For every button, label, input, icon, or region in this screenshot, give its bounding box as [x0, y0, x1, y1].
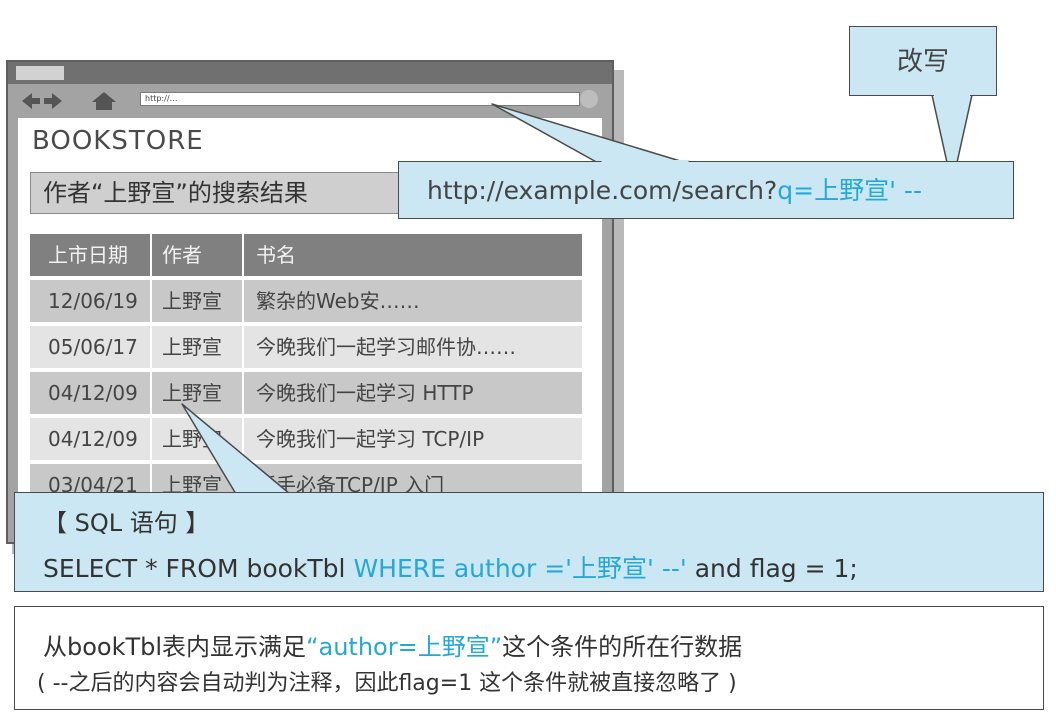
sql-part3: and flag = 1; [686, 554, 858, 583]
sql-injected-part: WHERE author ='上野宣' --' [353, 554, 687, 583]
sql-heading: 【 SQL 语句 】 [43, 509, 210, 537]
note-line2: ( --之后的内容会自动判为注释，因此flag=1 这个条件就被直接忽略了 ) [37, 671, 737, 696]
explanation-note: 从bookTbl表内显示满足“author=上野宣”这个条件的所在行数据 ( -… [14, 606, 1044, 710]
note-line1-c: 这个条件的所在行数据 [502, 633, 743, 661]
url-tail-join [600, 160, 690, 162]
note-line1-a: 从bookTbl表内显示满足 [43, 633, 307, 661]
sql-callout: 【 SQL 语句 】 SELECT * FROM bookTbl WHERE a… [14, 492, 1044, 592]
rewrite-tail-join [934, 94, 970, 97]
note-line1: 从bookTbl表内显示满足“author=上野宣”这个条件的所在行数据 [43, 627, 742, 662]
sql-statement: SELECT * FROM bookTbl WHERE author ='上野宣… [43, 549, 858, 585]
note-condition: “author=上野宣” [306, 633, 503, 661]
sql-part1: SELECT * FROM bookTbl [43, 554, 354, 583]
